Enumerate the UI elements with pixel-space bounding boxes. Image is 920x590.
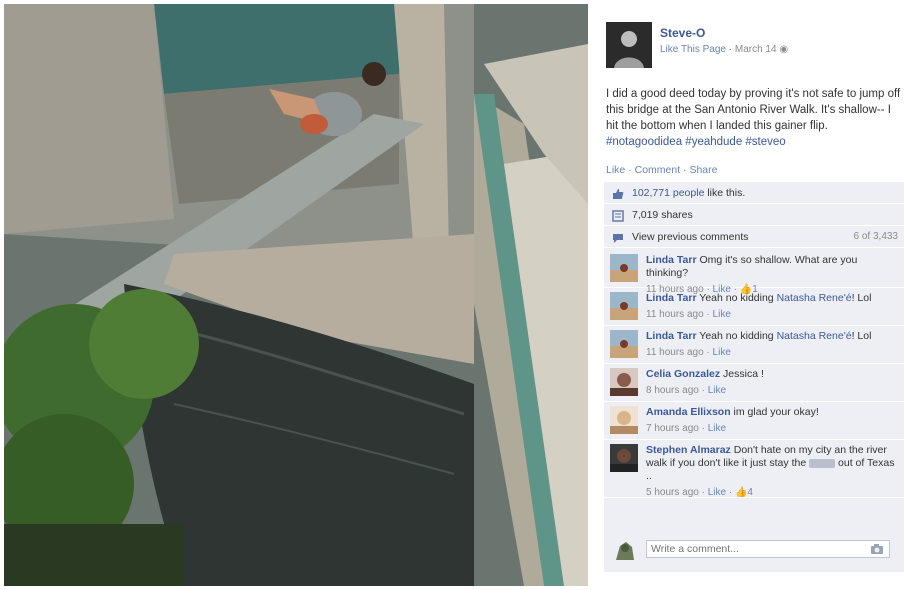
action-dot: ·: [628, 164, 632, 176]
post-hashtags[interactable]: #notagoodidea #yeahdude #steveo: [606, 136, 786, 148]
author-name[interactable]: Steve-O: [660, 26, 705, 40]
post-body: I did a good deed today by proving it's …: [606, 88, 901, 132]
commenter-avatar[interactable]: [610, 406, 638, 434]
commenter-avatar[interactable]: [610, 444, 638, 472]
comment-time[interactable]: 8 hours ago: [646, 385, 699, 396]
comment-text-end: ! Lol: [851, 292, 872, 304]
shares-count[interactable]: 7,019 shares: [632, 209, 693, 221]
comment-item: Amanda Ellixson im glad your okay! 7 hou…: [604, 402, 904, 440]
commenter-name[interactable]: Linda Tarr: [646, 292, 697, 304]
post-meta: Like This Page · March 14 ◉: [660, 44, 788, 55]
comment-time[interactable]: 11 hours ago: [646, 309, 704, 320]
speech-bubble-icon: [613, 234, 623, 243]
person-silhouette-icon: [606, 22, 652, 68]
comment-time[interactable]: 7 hours ago: [646, 423, 699, 434]
facebook-photo-viewer: Steve-O Like This Page · March 14 ◉ I di…: [0, 0, 920, 590]
comment-like-link[interactable]: Like: [713, 309, 731, 320]
comment-item: Linda Tarr Yeah no kidding Natasha Rene'…: [604, 326, 904, 364]
thumbs-up-icon: 👍: [734, 487, 748, 498]
ufi-box: 102,771 people like this. 7,019 shares V…: [604, 182, 904, 572]
photo-riverwalk-image: [4, 4, 588, 586]
thumbs-up-icon: [613, 189, 624, 199]
comment-like-link[interactable]: Like: [708, 423, 726, 434]
comment-action[interactable]: Comment: [635, 164, 681, 176]
commenter-avatar[interactable]: [610, 254, 638, 282]
commenter-name[interactable]: Linda Tarr: [646, 330, 697, 342]
comment-text: Yeah no kidding: [699, 330, 774, 342]
comment-text: Jessica !: [723, 368, 764, 380]
commenter-avatar[interactable]: [610, 292, 638, 320]
comment-mention[interactable]: Natasha Rene'é: [777, 292, 852, 304]
person-photo-icon: [610, 330, 638, 358]
like-page-link[interactable]: Like This Page: [660, 44, 726, 55]
share-icon: [612, 210, 624, 222]
comment-count: 6 of 3,433: [853, 231, 898, 242]
person-photo-icon: [610, 444, 638, 472]
view-previous-comments-link[interactable]: View previous comments: [632, 231, 749, 243]
comment-time[interactable]: 11 hours ago: [646, 347, 704, 358]
commenter-name[interactable]: Celia Gonzalez: [646, 368, 720, 380]
like-action[interactable]: Like: [606, 164, 625, 176]
comment-mention[interactable]: Natasha Rene'é: [777, 330, 852, 342]
commenter-name[interactable]: Stephen Almaraz: [646, 444, 731, 456]
commenter-avatar[interactable]: [610, 330, 638, 358]
commenter-name[interactable]: Linda Tarr: [646, 254, 697, 266]
comment-time[interactable]: 5 hours ago: [646, 487, 699, 498]
comment-item: Stephen Almaraz Don't hate on my city an…: [604, 440, 904, 498]
camera-icon[interactable]: [870, 543, 884, 555]
comment-like-link[interactable]: Like: [708, 487, 726, 498]
post-date[interactable]: March 14: [735, 44, 777, 55]
view-previous-row: View previous comments 6 of 3,433: [604, 226, 904, 248]
post-text: I did a good deed today by proving it's …: [606, 86, 906, 150]
comment-like-count[interactable]: 4: [747, 487, 753, 498]
comment-like-link[interactable]: Like: [713, 347, 731, 358]
comment-item: Celia Gonzalez Jessica ! 8 hours ago · L…: [604, 364, 904, 402]
person-photo-icon: [610, 292, 638, 320]
comment-composer: [604, 532, 904, 570]
comment-item: Linda Tarr Omg it's so shallow. What are…: [604, 250, 904, 295]
likes-suffix: like this.: [707, 187, 746, 199]
commenter-name[interactable]: Amanda Ellixson: [646, 406, 731, 418]
comment-like-link[interactable]: Like: [708, 385, 726, 396]
post-details-panel: Steve-O Like This Page · March 14 ◉ I di…: [588, 4, 916, 586]
share-action[interactable]: Share: [689, 164, 717, 176]
action-dot: ·: [683, 164, 687, 176]
likes-count[interactable]: 102,771 people: [632, 187, 704, 199]
commenter-avatar[interactable]: [610, 368, 638, 396]
comment-text: im glad your okay!: [733, 406, 819, 418]
author-avatar[interactable]: [606, 22, 652, 68]
post-photo[interactable]: [4, 4, 588, 586]
likes-row: 102,771 people like this.: [604, 182, 904, 204]
current-user-avatar: [612, 538, 638, 564]
post-actions: Like · Comment · Share: [606, 164, 718, 176]
comment-text: Yeah no kidding: [699, 292, 774, 304]
comment-input[interactable]: [646, 540, 890, 558]
person-photo-icon: [610, 406, 638, 434]
censored-word: [809, 458, 836, 468]
globe-icon: ◉: [779, 44, 789, 55]
person-photo-icon: [610, 368, 638, 396]
shares-row: 7,019 shares: [604, 204, 904, 226]
person-photo-icon: [610, 254, 638, 282]
comment-text-end: ! Lol: [851, 330, 872, 342]
meta-separator: ·: [728, 44, 733, 55]
comment-item: Linda Tarr Yeah no kidding Natasha Rene'…: [604, 288, 904, 326]
